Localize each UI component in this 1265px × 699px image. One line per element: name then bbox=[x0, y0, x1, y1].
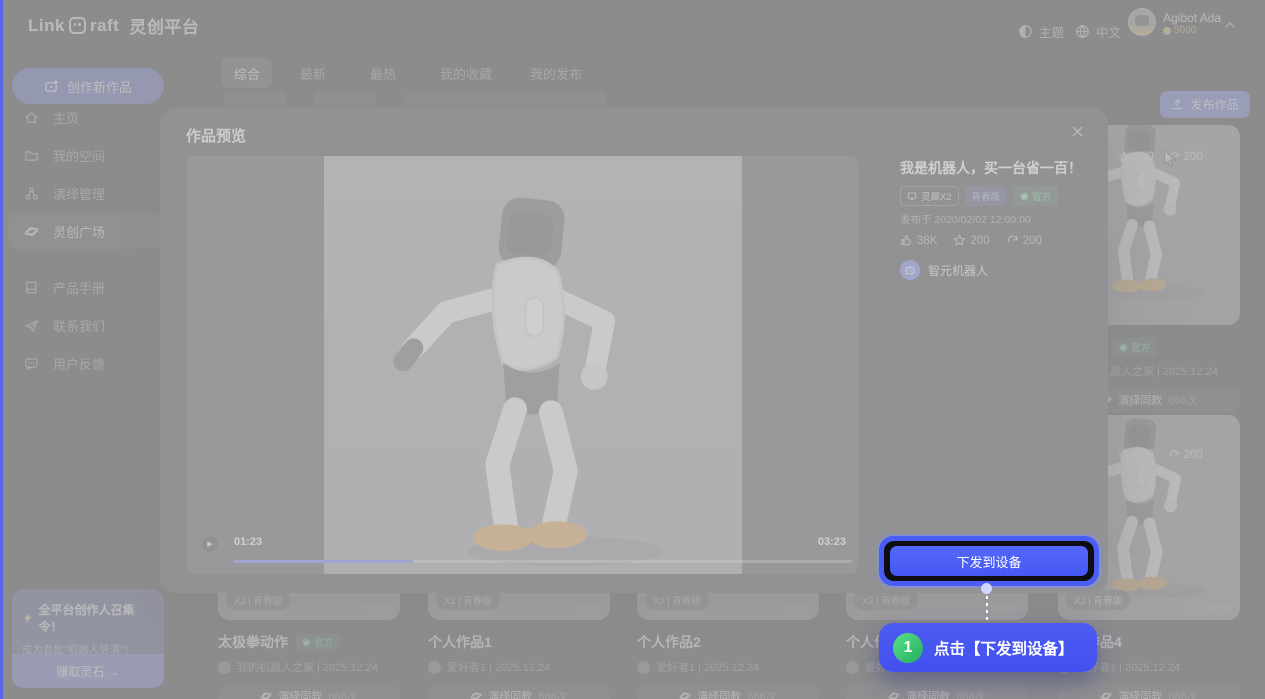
highlight-ring: 下发到设备 bbox=[879, 536, 1099, 586]
guide-tooltip-label: 点击【下发到设备】 bbox=[934, 637, 1074, 659]
window-left-edge bbox=[0, 0, 3, 699]
app-window: Link raft 灵创平台 主题 中文 Agibot Ada 5000 创作新… bbox=[0, 0, 1265, 699]
guide-step-number: 1 bbox=[893, 633, 923, 663]
connector-dotted-line bbox=[986, 596, 988, 624]
send-to-device-button[interactable]: 下发到设备 bbox=[890, 546, 1088, 576]
guide-tooltip: 1 点击【下发到设备】 bbox=[879, 623, 1097, 672]
guide-dim-overlay bbox=[0, 0, 1265, 699]
connector-dot bbox=[981, 583, 992, 594]
